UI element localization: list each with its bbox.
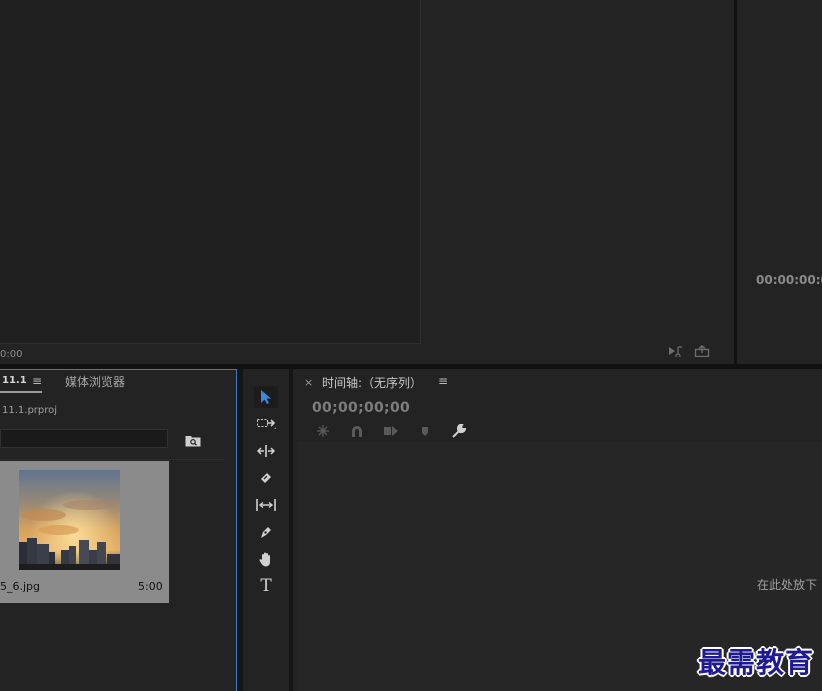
add-marker-icon[interactable] bbox=[417, 423, 433, 439]
wrench-icon[interactable] bbox=[451, 423, 467, 439]
viewer-border bbox=[0, 343, 421, 344]
project-search-input[interactable] bbox=[0, 429, 168, 448]
watermark-logo: 最需教育 bbox=[698, 646, 815, 679]
timeline-menu-icon[interactable]: ≡ bbox=[438, 374, 448, 388]
tab-timeline[interactable]: 时间轴:（无序列） bbox=[322, 374, 422, 391]
ripple-edit-icon[interactable] bbox=[254, 440, 278, 462]
razor-icon[interactable] bbox=[254, 467, 278, 489]
tab-media-browser[interactable]: 媒体浏览器 bbox=[65, 373, 125, 390]
export-frame-icon[interactable] bbox=[668, 346, 694, 360]
timeline-drop-hint: 在此处放下 bbox=[757, 578, 818, 592]
find-icon[interactable] bbox=[185, 432, 201, 447]
program-timecode[interactable]: 00:00:00:0 bbox=[756, 273, 822, 287]
clip-duration: 5:00 bbox=[138, 580, 163, 593]
slip-icon[interactable] bbox=[254, 494, 278, 516]
source-timecode[interactable]: 0:00 bbox=[0, 349, 22, 360]
linked-selection-icon[interactable] bbox=[383, 423, 399, 439]
clip-name: 5_6.jpg bbox=[0, 580, 41, 593]
panel-separator bbox=[0, 459, 225, 460]
snap-icon[interactable] bbox=[349, 423, 365, 439]
timeline-playhead-timecode[interactable]: 00;00;00;00 bbox=[312, 400, 410, 416]
source-monitor-viewer bbox=[0, 0, 420, 343]
close-icon[interactable]: × bbox=[304, 376, 313, 389]
insert-icon[interactable] bbox=[694, 344, 710, 360]
pen-icon[interactable] bbox=[254, 521, 278, 543]
viewer-border bbox=[420, 0, 421, 343]
type-tool-icon[interactable]: T bbox=[254, 575, 278, 597]
active-tab-indicator bbox=[0, 391, 42, 393]
nest-sequence-icon[interactable] bbox=[315, 423, 331, 439]
source-monitor-buttons bbox=[668, 344, 710, 360]
selection-tool-icon[interactable] bbox=[254, 386, 278, 408]
clip-thumbnail[interactable] bbox=[19, 470, 120, 570]
hand-icon[interactable] bbox=[254, 548, 278, 570]
program-monitor-panel bbox=[737, 0, 822, 364]
tab-project[interactable]: 11.1 bbox=[2, 375, 27, 386]
project-panel-menu-icon[interactable]: ≡ bbox=[32, 374, 42, 388]
track-select-icon[interactable] bbox=[254, 412, 278, 434]
project-file-name: 11.1.prproj bbox=[2, 405, 58, 416]
